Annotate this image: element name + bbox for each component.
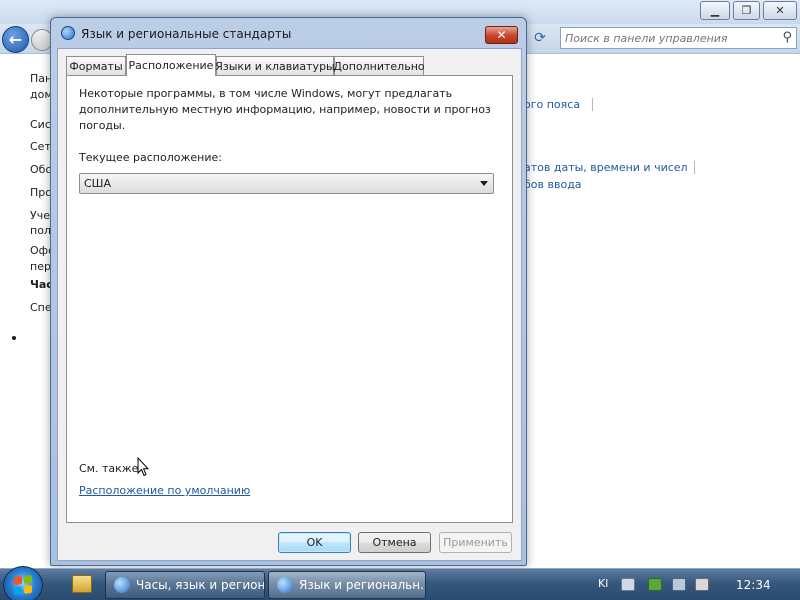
current-location-value: США [84, 177, 111, 190]
refresh-icon: ⟳ [534, 30, 546, 46]
current-location-label: Текущее расположение: [79, 151, 222, 164]
search-input[interactable] [565, 30, 775, 46]
location-tab-panel: Некоторые программы, в том числе Windows… [66, 75, 513, 523]
region-language-dialog: Язык и региональные стандарты ✕ Форматы … [50, 17, 527, 566]
close-window-button[interactable]: ✕ [763, 1, 797, 20]
restore-icon: ❐ [741, 4, 752, 17]
explorer-folder-icon[interactable] [72, 575, 92, 593]
link-separator [592, 98, 593, 111]
location-description: Некоторые программы, в том числе Windows… [79, 87, 491, 132]
nav-item[interactable]: Обо [30, 163, 52, 176]
keyboard-icon[interactable] [621, 578, 635, 591]
mouse-cursor-icon [137, 457, 149, 477]
tab-administrative[interactable]: Дополнительно [333, 56, 425, 75]
globe-icon [61, 26, 75, 40]
default-location-link[interactable]: Расположение по умолчанию [79, 484, 250, 497]
current-item-bullet [12, 336, 16, 340]
minimize-button[interactable]: ▁ [700, 1, 730, 20]
close-icon: ✕ [496, 28, 507, 42]
cancel-button[interactable]: Отмена [358, 532, 431, 553]
current-location-dropdown[interactable]: США [79, 173, 494, 194]
dropdown-arrow-icon [480, 181, 488, 186]
ok-button[interactable]: OK [278, 532, 351, 553]
search-box[interactable]: ⚲ [560, 27, 797, 49]
taskbar-button-label: Часы, язык и регион [136, 578, 265, 592]
back-button[interactable]: ← [2, 26, 29, 53]
action-center-flag-icon[interactable] [648, 578, 662, 591]
nav-item-current[interactable]: Час [30, 278, 52, 291]
taskbar: Часы, язык и регион Язык и региональн...… [0, 566, 800, 600]
taskbar-button-control-panel[interactable]: Часы, язык и регион [105, 571, 265, 599]
nav-item[interactable]: Сет [30, 140, 52, 153]
back-arrow-icon: ← [8, 30, 23, 49]
apply-button[interactable]: Применить [439, 532, 512, 553]
globe-icon [114, 577, 130, 593]
date-format-link[interactable]: атов даты, времени и чисел [524, 161, 688, 174]
tab-keyboards-languages[interactable]: Языки и клавиатуры [215, 56, 335, 75]
nav-item[interactable]: Пан [30, 72, 52, 85]
volume-muted-icon[interactable] [695, 578, 709, 591]
network-icon[interactable] [672, 578, 686, 591]
link-separator [694, 161, 695, 174]
nav-item[interactable]: Спе [30, 301, 52, 314]
taskbar-button-label: Язык и региональн... [299, 578, 426, 592]
tab-formats[interactable]: Форматы [66, 56, 126, 75]
nav-item[interactable]: Уче [30, 209, 52, 222]
input-methods-link[interactable]: бов ввода [524, 178, 582, 191]
refresh-button[interactable]: ⟳ [530, 28, 550, 48]
timezone-link[interactable]: ого пояса [524, 98, 580, 111]
globe-icon [277, 577, 293, 593]
minimize-icon: ▁ [710, 4, 720, 17]
nav-item[interactable]: Сис [30, 118, 52, 131]
start-button[interactable] [3, 566, 43, 600]
see-also-label: См. также [79, 462, 139, 475]
dialog-body: Форматы Расположение Языки и клавиатуры … [57, 48, 522, 561]
windows-logo-icon [14, 575, 32, 595]
tab-location[interactable]: Расположение [126, 54, 216, 76]
nav-item[interactable]: пол [30, 224, 52, 237]
restore-button[interactable]: ❐ [733, 1, 760, 20]
taskbar-button-region-dialog[interactable]: Язык и региональн... [268, 571, 426, 599]
close-icon: ✕ [775, 4, 785, 17]
nav-item[interactable]: Офо [30, 244, 52, 257]
dialog-close-button[interactable]: ✕ [485, 26, 518, 44]
language-indicator[interactable]: Kl [598, 577, 608, 590]
search-icon[interactable]: ⚲ [782, 30, 792, 45]
dialog-title: Язык и региональные стандарты [81, 27, 292, 41]
nav-item[interactable]: пер [30, 260, 52, 273]
nav-item[interactable]: дом [30, 88, 52, 101]
nav-item[interactable]: Про [30, 186, 52, 199]
clock[interactable]: 12:34 [736, 578, 771, 592]
